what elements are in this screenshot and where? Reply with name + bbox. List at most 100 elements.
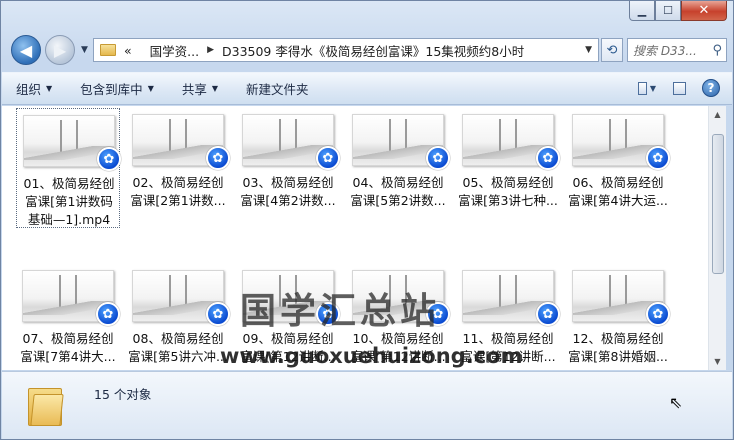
vertical-scrollbar[interactable]: ▲ ▼ xyxy=(708,106,726,370)
new-folder-button[interactable]: 新建文件夹 xyxy=(246,79,309,98)
scroll-up-icon[interactable]: ▲ xyxy=(709,106,726,123)
file-item[interactable]: ✿ 11、极简易经创 富课[第12讲断... xyxy=(456,264,560,370)
search-input[interactable]: 搜索 D33... ⚲ xyxy=(627,38,727,62)
file-name: 05、极简易经创 富课[第3讲七种... xyxy=(456,174,560,210)
file-name-line: 富课[第1讲数码 xyxy=(25,194,113,209)
share-label: 共享 xyxy=(181,82,207,97)
details-pane: 15 个对象 xyxy=(2,371,732,439)
file-item[interactable]: ✿ 07、极简易经创 富课[7第4讲大... xyxy=(16,264,120,370)
minimize-button[interactable]: ▁ xyxy=(629,1,655,21)
file-name-line: 富课[第4讲大运... xyxy=(568,193,668,208)
breadcrumb-item[interactable]: 国学资... xyxy=(150,41,199,60)
file-name-line: 10、极简易经创 xyxy=(352,331,444,346)
video-player-icon: ✿ xyxy=(206,146,230,170)
recent-pages-dropdown[interactable]: ▼ xyxy=(81,45,88,55)
file-name-line: 富课[第12讲断... xyxy=(240,349,336,364)
change-view-button[interactable]: ▼ xyxy=(638,79,656,97)
organize-menu[interactable]: 组织 ▼ xyxy=(16,79,52,98)
video-player-icon: ✿ xyxy=(646,146,670,170)
file-name: 08、极简易经创 富课[第5讲六冲... xyxy=(126,330,230,366)
file-item[interactable]: ✿ 08、极简易经创 富课[第5讲六冲... xyxy=(126,264,230,370)
back-button[interactable]: ◀ xyxy=(11,35,41,65)
file-item[interactable]: ✿ 04、极简易经创 富课[5第2讲数... xyxy=(346,108,450,228)
chevron-down-icon: ▼ xyxy=(211,84,219,93)
file-name: 01、极简易经创 富课[第1讲数码 基础—1].mp4 xyxy=(17,175,121,229)
video-player-icon: ✿ xyxy=(536,302,560,326)
file-name-line: 基础—1].mp4 xyxy=(27,212,111,227)
file-name-line: 富课[7第4讲大... xyxy=(20,349,116,364)
search-icon[interactable]: ⚲ xyxy=(712,43,722,58)
view-icon xyxy=(638,81,647,95)
file-name: 03、极简易经创 富课[4第2讲数... xyxy=(236,174,340,210)
include-library-label: 包含到库中 xyxy=(80,82,143,97)
video-player-icon: ✿ xyxy=(316,146,340,170)
breadcrumb-current[interactable]: D33509 李得水《极简易经创富课》15集视频约8小时 xyxy=(222,41,524,60)
share-menu[interactable]: 共享 ▼ xyxy=(182,79,218,98)
help-icon[interactable]: ? xyxy=(702,79,720,97)
scrollbar-thumb[interactable] xyxy=(712,134,724,274)
forward-button[interactable]: ▶ xyxy=(45,35,75,65)
video-player-icon: ✿ xyxy=(426,302,450,326)
chevron-down-icon: ▼ xyxy=(147,84,154,93)
file-name-line: 富课[5第2讲数... xyxy=(350,193,446,208)
path-root-chevron[interactable]: « xyxy=(124,43,132,58)
search-placeholder: 搜索 D33... xyxy=(633,43,697,58)
file-name-line: 12、极简易经创 xyxy=(572,331,664,346)
preview-pane-button[interactable] xyxy=(670,79,688,97)
organize-label: 组织 xyxy=(16,82,42,97)
file-name-line: 02、极简易经创 xyxy=(132,175,224,190)
file-name-line: 富课[2第1讲数... xyxy=(130,193,226,208)
back-arrow-icon: ◀ xyxy=(19,40,33,60)
file-name-line: 富课[4第2讲数... xyxy=(240,193,336,208)
folder-icon xyxy=(100,44,116,56)
file-item[interactable]: ✿ 10、极简易经创 富课[第12讲断... xyxy=(346,264,450,370)
file-name-line: 富课[第3讲七种... xyxy=(458,193,558,208)
command-bar: 组织 ▼ 包含到库中 ▼ 共享 ▼ 新建文件夹 ▼ ? xyxy=(2,72,732,105)
file-item[interactable]: ✿ 12、极简易经创 富课[第8讲婚姻... xyxy=(566,264,670,370)
mouse-cursor-icon: ⇖ xyxy=(669,393,683,412)
preview-pane-icon xyxy=(672,81,686,95)
video-player-icon: ✿ xyxy=(206,302,230,326)
file-item[interactable]: ✿ 06、极简易经创 富课[第4讲大运... xyxy=(566,108,670,228)
file-name: 12、极简易经创 富课[第8讲婚姻... xyxy=(566,330,670,366)
file-name: 06、极简易经创 富课[第4讲大运... xyxy=(566,174,670,210)
file-name-line: 08、极简易经创 xyxy=(132,331,224,346)
file-item[interactable]: ✿ 01、极简易经创 富课[第1讲数码 基础—1].mp4 xyxy=(16,108,121,229)
file-name-line: 06、极简易经创 xyxy=(572,175,664,190)
scroll-down-icon[interactable]: ▼ xyxy=(709,353,726,370)
chevron-down-icon: ▼ xyxy=(649,83,656,93)
video-player-icon: ✿ xyxy=(426,146,450,170)
address-dropdown-icon[interactable]: ▼ xyxy=(585,45,592,55)
file-name-line: 富课[第8讲婚姻... xyxy=(568,349,668,364)
file-name: 10、极简易经创 富课[第12讲断... xyxy=(346,330,450,366)
file-name: 04、极简易经创 富课[5第2讲数... xyxy=(346,174,450,210)
file-name: 09、极简易经创 富课[第12讲断... xyxy=(236,330,340,366)
file-name-line: 富课[第5讲六冲... xyxy=(128,349,228,364)
explorer-window: ▁ ☐ ✕ ◀ ▶ ▼ « 国学资... ▶ D33509 李得水《极简易经创富… xyxy=(0,0,734,440)
maximize-button[interactable]: ☐ xyxy=(655,1,681,21)
file-name-line: 04、极简易经创 xyxy=(352,175,444,190)
close-button[interactable]: ✕ xyxy=(681,1,727,21)
file-view: ✿ 01、极简易经创 富课[第1讲数码 基础—1].mp4 ✿ 02、极简易经创 富课[2第… xyxy=(2,106,708,370)
include-in-library-menu[interactable]: 包含到库中 ▼ xyxy=(80,79,154,98)
address-bar[interactable]: « 国学资... ▶ D33509 李得水《极简易经创富课》15集视频约8小时 … xyxy=(93,38,599,62)
file-name-line: 11、极简易经创 xyxy=(462,331,554,346)
video-player-icon: ✿ xyxy=(536,146,560,170)
file-item[interactable]: ✿ 09、极简易经创 富课[第12讲断... xyxy=(236,264,340,370)
chevron-down-icon: ▼ xyxy=(46,84,53,93)
file-name-line: 07、极简易经创 xyxy=(22,331,114,346)
file-name-line: 01、极简易经创 xyxy=(23,176,115,191)
file-item[interactable]: ✿ 03、极简易经创 富课[4第2讲数... xyxy=(236,108,340,228)
refresh-button[interactable]: ⟲ xyxy=(601,38,623,62)
item-count: 15 个对象 xyxy=(94,387,152,402)
breadcrumb-separator[interactable]: ▶ xyxy=(207,45,214,55)
navigation-bar: ◀ ▶ ▼ « 国学资... ▶ D33509 李得水《极简易经创富课》15集视… xyxy=(9,31,727,69)
folder-icon xyxy=(28,384,64,426)
file-name-line: 09、极简易经创 xyxy=(242,331,334,346)
file-item[interactable]: ✿ 05、极简易经创 富课[第3讲七种... xyxy=(456,108,560,228)
refresh-icon: ⟲ xyxy=(606,42,618,58)
file-name-line: 05、极简易经创 xyxy=(462,175,554,190)
file-item[interactable]: ✿ 02、极简易经创 富课[2第1讲数... xyxy=(126,108,230,228)
video-player-icon: ✿ xyxy=(646,302,670,326)
video-player-icon: ✿ xyxy=(97,147,121,171)
